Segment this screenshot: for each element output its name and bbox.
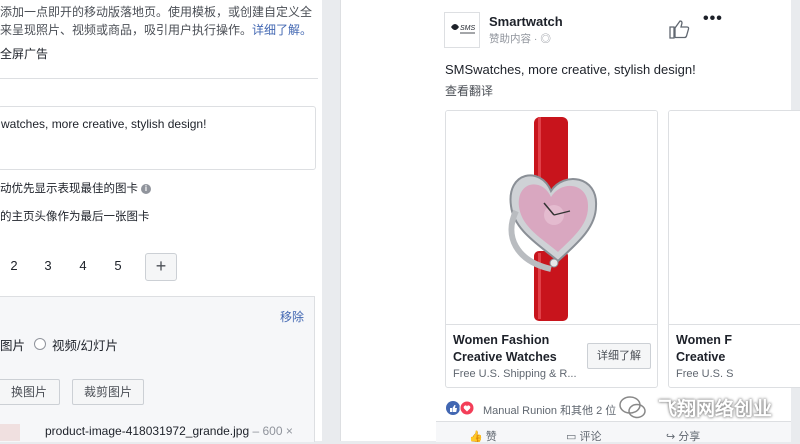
media-option-video[interactable]: 视频/幻灯片 bbox=[52, 335, 118, 354]
card-title: Women Fashion Creative Watches bbox=[453, 333, 557, 364]
page-logo[interactable]: SMS bbox=[444, 12, 480, 48]
sponsored-label: 赞助内容 · ◎ bbox=[489, 33, 551, 45]
see-translation-link[interactable]: 查看翻译 bbox=[445, 82, 493, 99]
ad-preview-area: SMS Smartwatch 赞助内容 · ◎ ••• SMSwatches, … bbox=[330, 0, 800, 444]
share-action[interactable]: ↪ 分享 bbox=[666, 428, 700, 444]
file-name: product-image-418031972_grande.jpg – 600… bbox=[45, 424, 293, 438]
card-subtitle: Free U.S. S bbox=[676, 368, 734, 380]
watermark: 飞翔网络创业 bbox=[610, 390, 790, 424]
card-number-4[interactable]: 4 bbox=[69, 252, 97, 280]
video-radio[interactable] bbox=[34, 338, 46, 350]
like-action[interactable]: 👍 赞 bbox=[469, 428, 497, 444]
carousel-card-2[interactable]: Women F Creative Free U.S. S bbox=[668, 110, 800, 388]
like-page-icon[interactable] bbox=[668, 18, 690, 45]
card-subtitle: Free U.S. Shipping & R... bbox=[453, 368, 577, 380]
card-number-2[interactable]: 2 bbox=[0, 252, 28, 280]
card-settings-panel bbox=[0, 296, 315, 442]
carousel-card-1[interactable]: Women Fashion Creative Watches 详细了解 Free… bbox=[445, 110, 658, 388]
globe-icon: ◎ bbox=[540, 33, 551, 45]
comment-action[interactable]: ▭ 评论 bbox=[566, 428, 601, 444]
change-image-button[interactable]: 换图片 bbox=[0, 379, 60, 405]
remove-link[interactable]: 移除 bbox=[280, 308, 304, 325]
learn-more-button[interactable]: 详细了解 bbox=[587, 343, 651, 369]
watch-image bbox=[446, 111, 657, 325]
divider bbox=[0, 78, 318, 79]
card-title: Women F Creative bbox=[676, 333, 733, 364]
info-icon[interactable]: i bbox=[141, 183, 151, 194]
card-number-5[interactable]: 5 bbox=[104, 252, 132, 280]
primary-text-input[interactable]: watches, more creative, stylish design! bbox=[0, 106, 316, 170]
option-show-best-card[interactable]: 动优先显示表现最佳的图卡 i bbox=[0, 180, 151, 196]
add-card-button[interactable]: + bbox=[145, 253, 177, 281]
crop-image-button[interactable]: 裁剪图片 bbox=[72, 379, 144, 405]
description-text: 添加一点即开的移动版落地页。使用模板，或创建自定义全 来呈现照片、视频或商品，吸… bbox=[0, 5, 313, 37]
ad-editor-panel: 添加一点即开的移动版落地页。使用模板，或创建自定义全 来呈现照片、视频或商品，吸… bbox=[0, 0, 322, 442]
wechat-icon bbox=[619, 396, 646, 419]
watch-image bbox=[669, 111, 800, 325]
fullscreen-ad-label: 全屏广告 bbox=[0, 47, 49, 61]
share-icon: ↪ bbox=[666, 431, 679, 443]
image-thumbnail bbox=[0, 424, 20, 441]
logo-text: SMS bbox=[460, 25, 476, 32]
option-profile-end-card[interactable]: 的主页头像作为最后一张图卡 bbox=[0, 208, 150, 224]
reactions-summary[interactable]: Manual Runion 和其他 2 位 bbox=[483, 402, 616, 418]
ad-preview-card: SMS Smartwatch 赞助内容 · ◎ ••• SMSwatches, … bbox=[340, 0, 800, 444]
media-option-image[interactable]: 图片 bbox=[0, 335, 25, 354]
comment-icon: ▭ bbox=[566, 431, 580, 443]
learn-more-link[interactable]: 详细了解。 bbox=[252, 23, 312, 37]
ad-message: SMSwatches, more creative, stylish desig… bbox=[445, 62, 696, 77]
card-number-3[interactable]: 3 bbox=[34, 252, 62, 280]
reaction-icons[interactable] bbox=[445, 400, 479, 421]
thumbs-up-icon: 👍 bbox=[469, 431, 486, 443]
primary-text-value: watches, more creative, stylish design! bbox=[1, 117, 207, 131]
page-name[interactable]: Smartwatch bbox=[489, 14, 563, 29]
watermark-text: 飞翔网络创业 bbox=[658, 399, 773, 420]
more-options-icon[interactable]: ••• bbox=[703, 10, 723, 28]
